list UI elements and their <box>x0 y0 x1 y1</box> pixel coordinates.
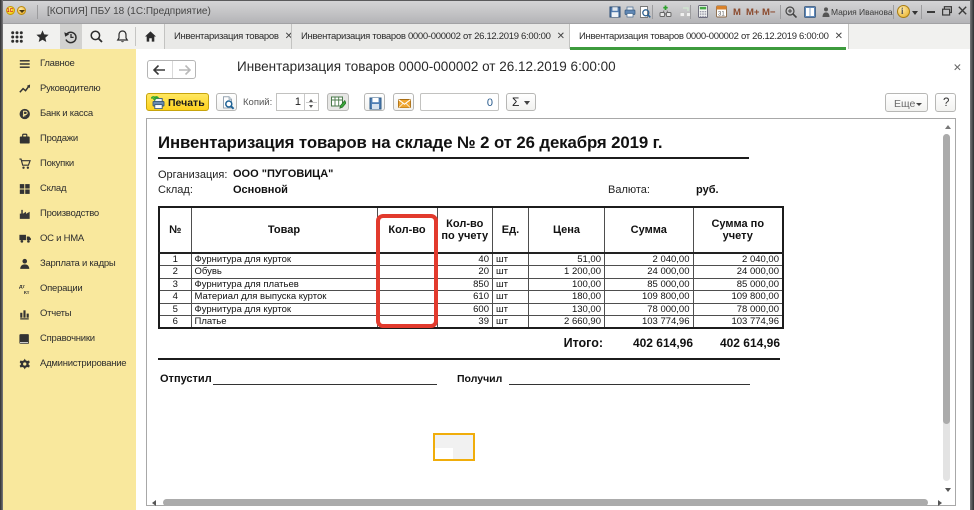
svg-text:31: 31 <box>718 12 725 18</box>
svg-text:Кт: Кт <box>24 289 30 294</box>
svg-text:Дт: Дт <box>19 284 25 290</box>
